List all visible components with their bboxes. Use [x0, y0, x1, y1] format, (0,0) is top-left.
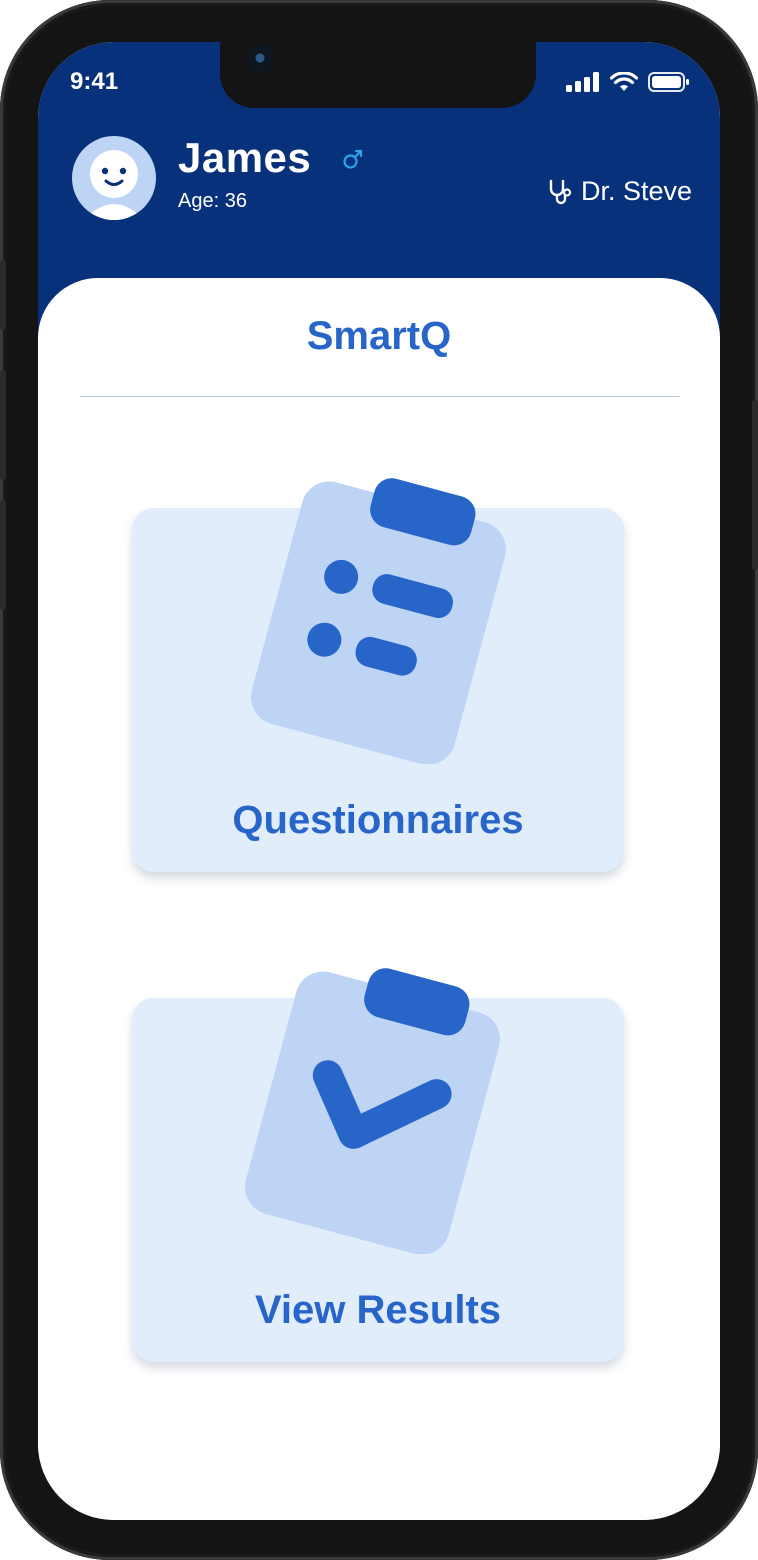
battery-icon — [648, 72, 689, 92]
wifi-icon — [610, 72, 638, 91]
clipboard-list-icon — [250, 478, 506, 764]
title-divider — [80, 396, 680, 397]
mute-switch — [0, 260, 6, 330]
stethoscope-icon — [549, 179, 572, 204]
view-results-label: View Results — [254, 1288, 502, 1332]
patient-age: Age: 36 — [178, 190, 247, 212]
app-title: SmartQ — [306, 314, 452, 358]
male-gender-icon — [343, 149, 363, 169]
doctor-info[interactable]: Dr. Steve — [547, 176, 692, 207]
volume-up-button — [0, 370, 6, 480]
clipboard-check-icon — [244, 968, 500, 1254]
status-time: 9:41 — [70, 68, 119, 95]
view-results-button[interactable]: View Results — [132, 968, 624, 1362]
front-camera — [246, 44, 274, 72]
volume-down-button — [0, 500, 6, 610]
status-icons — [566, 72, 690, 92]
patient-name: James — [178, 134, 312, 181]
avatar-face-icon — [84, 150, 144, 220]
questionnaires-button[interactable]: Questionnaires — [132, 478, 624, 872]
power-button — [752, 400, 758, 570]
notch — [220, 42, 536, 108]
patient-avatar[interactable] — [72, 136, 156, 220]
phone-screen: 9:41 James Age: 36 Dr. Steve SmartQ Ques… — [38, 42, 720, 1520]
doctor-name: Dr. Steve — [580, 176, 692, 206]
signal-icon — [566, 72, 599, 92]
questionnaires-label: Questionnaires — [232, 798, 524, 842]
